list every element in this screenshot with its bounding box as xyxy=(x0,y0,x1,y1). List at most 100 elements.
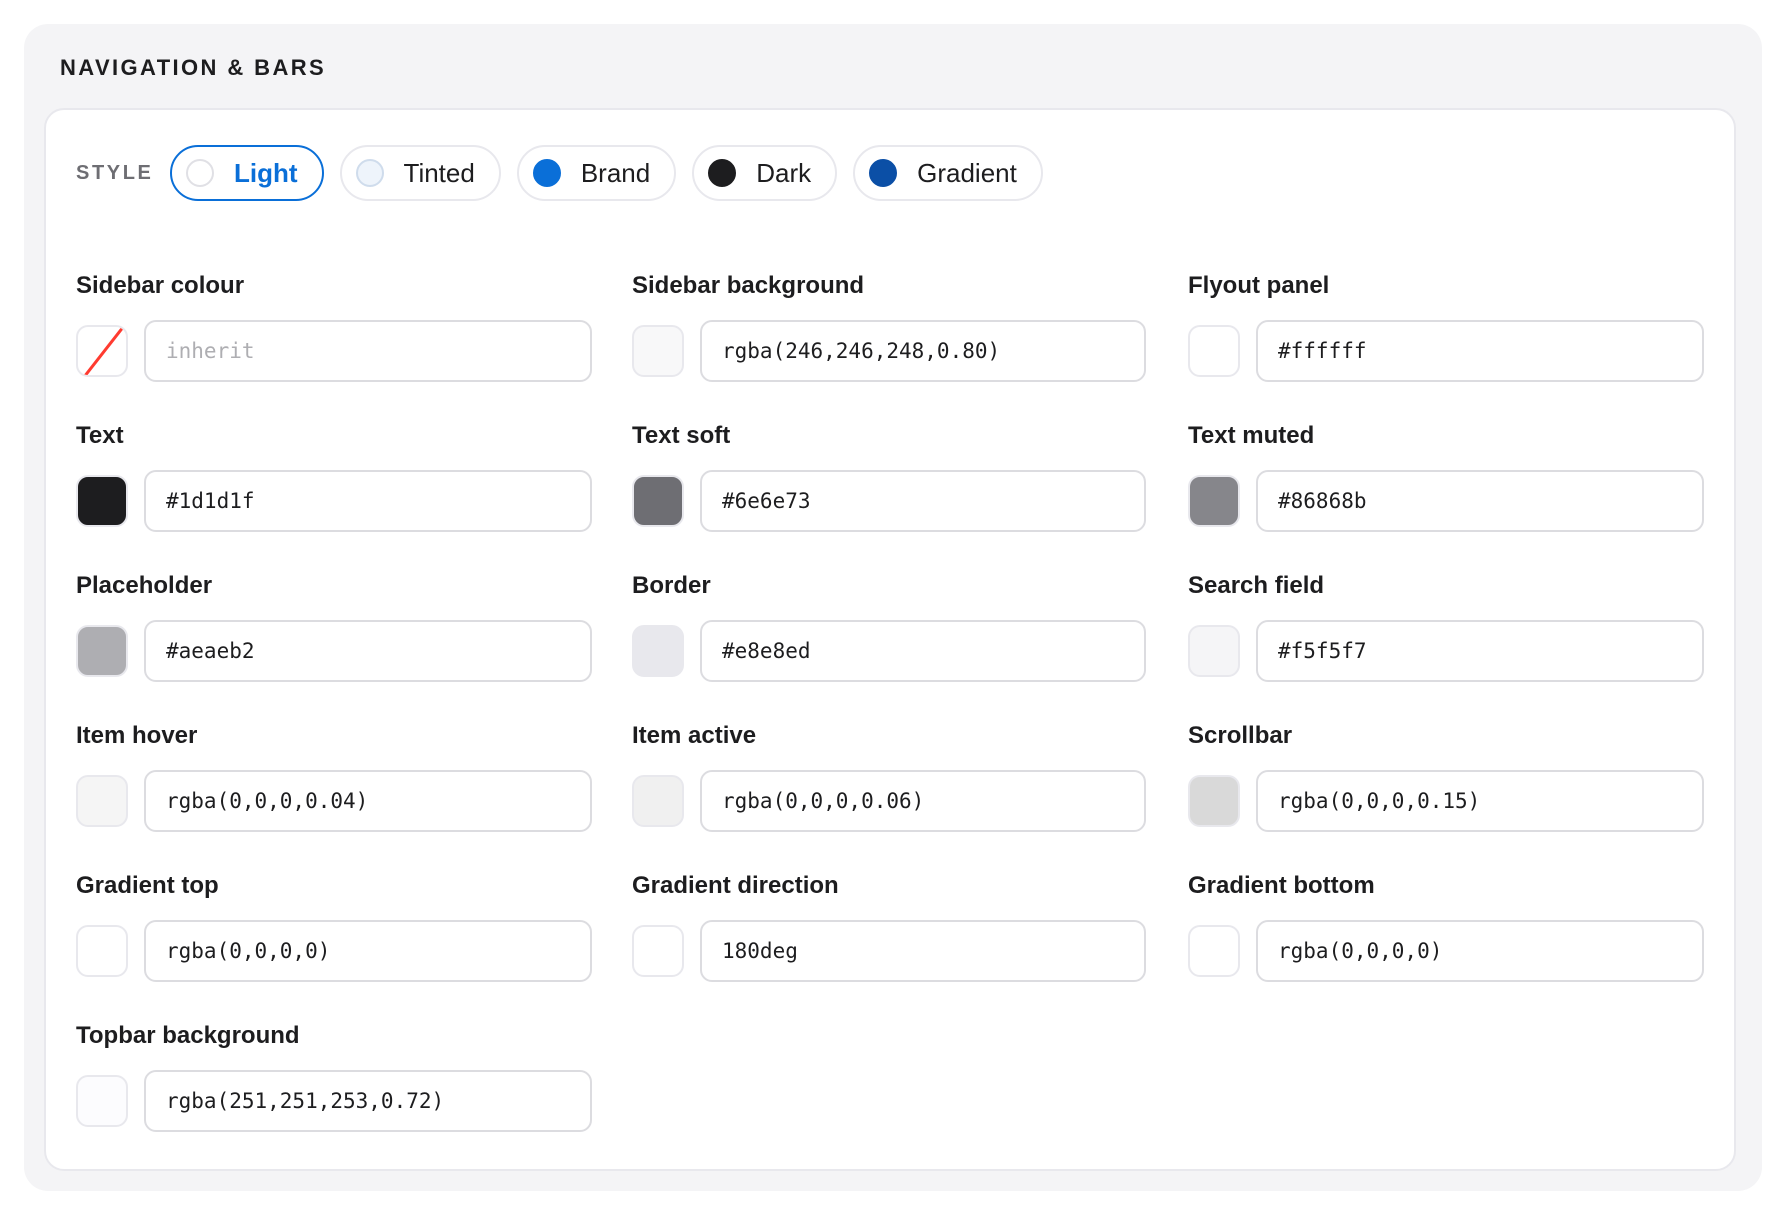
color-swatch[interactable] xyxy=(632,925,684,977)
field-border: Border xyxy=(632,558,1148,708)
section-title: NAVIGATION & BARS xyxy=(60,55,327,80)
field-controls xyxy=(632,920,1148,982)
field-label: Scrollbar xyxy=(1188,722,1293,749)
color-swatch[interactable] xyxy=(632,775,684,827)
field-label: Item active xyxy=(632,722,757,749)
style-option-label: Tinted xyxy=(403,157,475,188)
text-muted-input[interactable] xyxy=(1256,470,1704,532)
field-label: Border xyxy=(632,572,711,599)
field-controls xyxy=(632,320,1148,382)
field-controls xyxy=(1188,620,1704,682)
style-option-label: Dark xyxy=(756,157,812,188)
color-swatch[interactable] xyxy=(76,625,128,677)
field-item-hover: Item hover xyxy=(76,708,592,858)
text-soft-input[interactable] xyxy=(700,470,1146,532)
field-controls xyxy=(76,920,592,982)
field-search-field: Search field xyxy=(1188,558,1704,708)
color-swatch[interactable] xyxy=(632,325,684,377)
color-dot-icon xyxy=(355,159,384,187)
color-swatch[interactable] xyxy=(76,1075,128,1127)
color-swatch[interactable] xyxy=(1188,775,1240,827)
field-flyout-panel: Flyout panel xyxy=(1188,258,1704,408)
settings-card: STYLE Light Tinted Brand Dark Gradient Sideb… xyxy=(44,108,1736,1171)
field-gradient-bottom: Gradient bottom xyxy=(1188,858,1704,1008)
field-controls xyxy=(632,470,1148,532)
style-label: STYLE xyxy=(76,161,154,184)
style-option-tinted[interactable]: Tinted xyxy=(339,145,501,201)
field-controls xyxy=(632,620,1148,682)
style-option-label: Brand xyxy=(580,157,651,188)
color-swatch[interactable] xyxy=(1188,625,1240,677)
field-label: Gradient top xyxy=(76,872,219,899)
style-selector: STYLE Light Tinted Brand Dark Gradient xyxy=(76,142,1059,204)
gradient-direction-input[interactable] xyxy=(700,920,1146,982)
field-gradient-top: Gradient top xyxy=(76,858,592,1008)
field-sidebar-background: Sidebar background xyxy=(632,258,1148,408)
field-scrollbar: Scrollbar xyxy=(1188,708,1704,858)
color-swatch[interactable] xyxy=(632,475,684,527)
field-controls xyxy=(76,1070,592,1132)
field-controls xyxy=(76,770,592,832)
field-controls xyxy=(1188,470,1704,532)
field-controls xyxy=(76,620,592,682)
color-swatch[interactable] xyxy=(76,775,128,827)
color-swatch[interactable] xyxy=(76,475,128,527)
flyout-panel-input[interactable] xyxy=(1256,320,1704,382)
style-option-dark[interactable]: Dark xyxy=(692,145,838,201)
field-text-soft: Text soft xyxy=(632,408,1148,558)
field-controls xyxy=(76,320,592,382)
color-swatch[interactable] xyxy=(632,625,684,677)
field-label: Search field xyxy=(1188,572,1325,599)
gradient-top-input[interactable] xyxy=(144,920,592,982)
field-label: Topbar background xyxy=(76,1022,300,1049)
style-option-light[interactable]: Light xyxy=(170,145,324,201)
color-swatch[interactable] xyxy=(76,925,128,977)
field-topbar-background: Topbar background xyxy=(76,1008,592,1158)
topbar-background-input[interactable] xyxy=(144,1070,592,1132)
field-label: Text xyxy=(76,422,124,449)
field-text: Text xyxy=(76,408,592,558)
sidebar-background-input[interactable] xyxy=(700,320,1146,382)
search-field-input[interactable] xyxy=(1256,620,1704,682)
field-label: Gradient direction xyxy=(632,872,839,899)
field-item-active: Item active xyxy=(632,708,1148,858)
style-option-brand[interactable]: Brand xyxy=(516,145,677,201)
field-gradient-direction: Gradient direction xyxy=(632,858,1148,1008)
field-label: Item hover xyxy=(76,722,198,749)
item-active-input[interactable] xyxy=(700,770,1146,832)
style-option-label: Gradient xyxy=(917,157,1017,188)
field-text-muted: Text muted xyxy=(1188,408,1704,558)
gradient-bottom-input[interactable] xyxy=(1256,920,1704,982)
sidebar-colour-input[interactable] xyxy=(144,320,592,382)
field-label: Placeholder xyxy=(76,572,213,599)
navigation-bars-panel: NAVIGATION & BARS STYLE Light Tinted Brand… xyxy=(24,24,1762,1191)
field-controls xyxy=(1188,320,1704,382)
item-hover-input[interactable] xyxy=(144,770,592,832)
color-dot-icon xyxy=(532,159,561,187)
style-option-gradient[interactable]: Gradient xyxy=(853,145,1043,201)
field-label: Flyout panel xyxy=(1188,272,1330,299)
style-option-label: Light xyxy=(234,157,298,188)
field-label: Text muted xyxy=(1188,422,1315,449)
field-label: Sidebar background xyxy=(632,272,865,299)
color-swatch[interactable] xyxy=(1188,475,1240,527)
field-sidebar-colour: Sidebar colour xyxy=(76,258,592,408)
color-swatch[interactable] xyxy=(76,325,128,377)
style-options: Light Tinted Brand Dark Gradient xyxy=(170,145,1059,201)
scrollbar-input[interactable] xyxy=(1256,770,1704,832)
field-controls xyxy=(1188,770,1704,832)
field-label: Gradient bottom xyxy=(1188,872,1375,899)
color-swatch[interactable] xyxy=(1188,925,1240,977)
color-fields-grid: Sidebar colour Sidebar background Flyout p… xyxy=(76,258,1704,1158)
field-controls xyxy=(632,770,1148,832)
color-dot-icon xyxy=(869,159,898,187)
field-placeholder: Placeholder xyxy=(76,558,592,708)
field-controls xyxy=(76,470,592,532)
field-controls xyxy=(1188,920,1704,982)
color-dot-icon xyxy=(708,159,737,187)
color-swatch[interactable] xyxy=(1188,325,1240,377)
color-dot-icon xyxy=(186,159,214,187)
text-input[interactable] xyxy=(144,470,592,532)
border-input[interactable] xyxy=(700,620,1146,682)
placeholder-input[interactable] xyxy=(144,620,592,682)
